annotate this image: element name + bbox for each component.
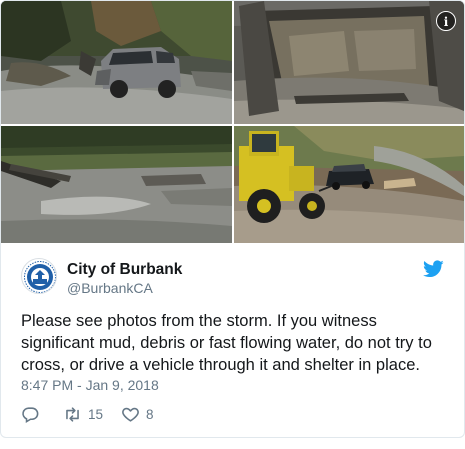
- like-button[interactable]: 8: [121, 403, 154, 425]
- author-name[interactable]: City of Burbank: [67, 261, 182, 279]
- photo-muddy-suv[interactable]: [1, 1, 232, 124]
- photo-mud-filled-car-interior[interactable]: i: [234, 1, 464, 124]
- photo-loader-towing-car[interactable]: [234, 126, 464, 243]
- tweet-actions: 15 8: [21, 403, 321, 425]
- author-handle[interactable]: @BurbankCA: [67, 280, 153, 296]
- tweet-timestamp[interactable]: 8:47 PM - Jan 9, 2018: [21, 377, 159, 393]
- reply-icon: [22, 406, 39, 423]
- heart-icon: [122, 407, 139, 422]
- twitter-bird-icon[interactable]: [423, 260, 444, 278]
- media-grid: i: [1, 1, 464, 243]
- city-seal-icon: [23, 260, 56, 293]
- retweet-icon: [66, 406, 79, 422]
- retweet-count: 15: [88, 406, 104, 422]
- reply-button[interactable]: [21, 403, 40, 425]
- avatar[interactable]: [21, 258, 57, 294]
- tweet-header: City of Burbank @BurbankCA: [21, 258, 444, 298]
- photo-flooded-road-debris[interactable]: [1, 126, 232, 243]
- tweet-card[interactable]: i City of Burbank @BurbankCA Please see …: [0, 0, 465, 438]
- retweet-button[interactable]: 15: [63, 403, 103, 425]
- like-count: 8: [146, 406, 154, 422]
- tweet-text: Please see photos from the storm. If you…: [21, 312, 432, 374]
- info-icon[interactable]: i: [436, 11, 456, 31]
